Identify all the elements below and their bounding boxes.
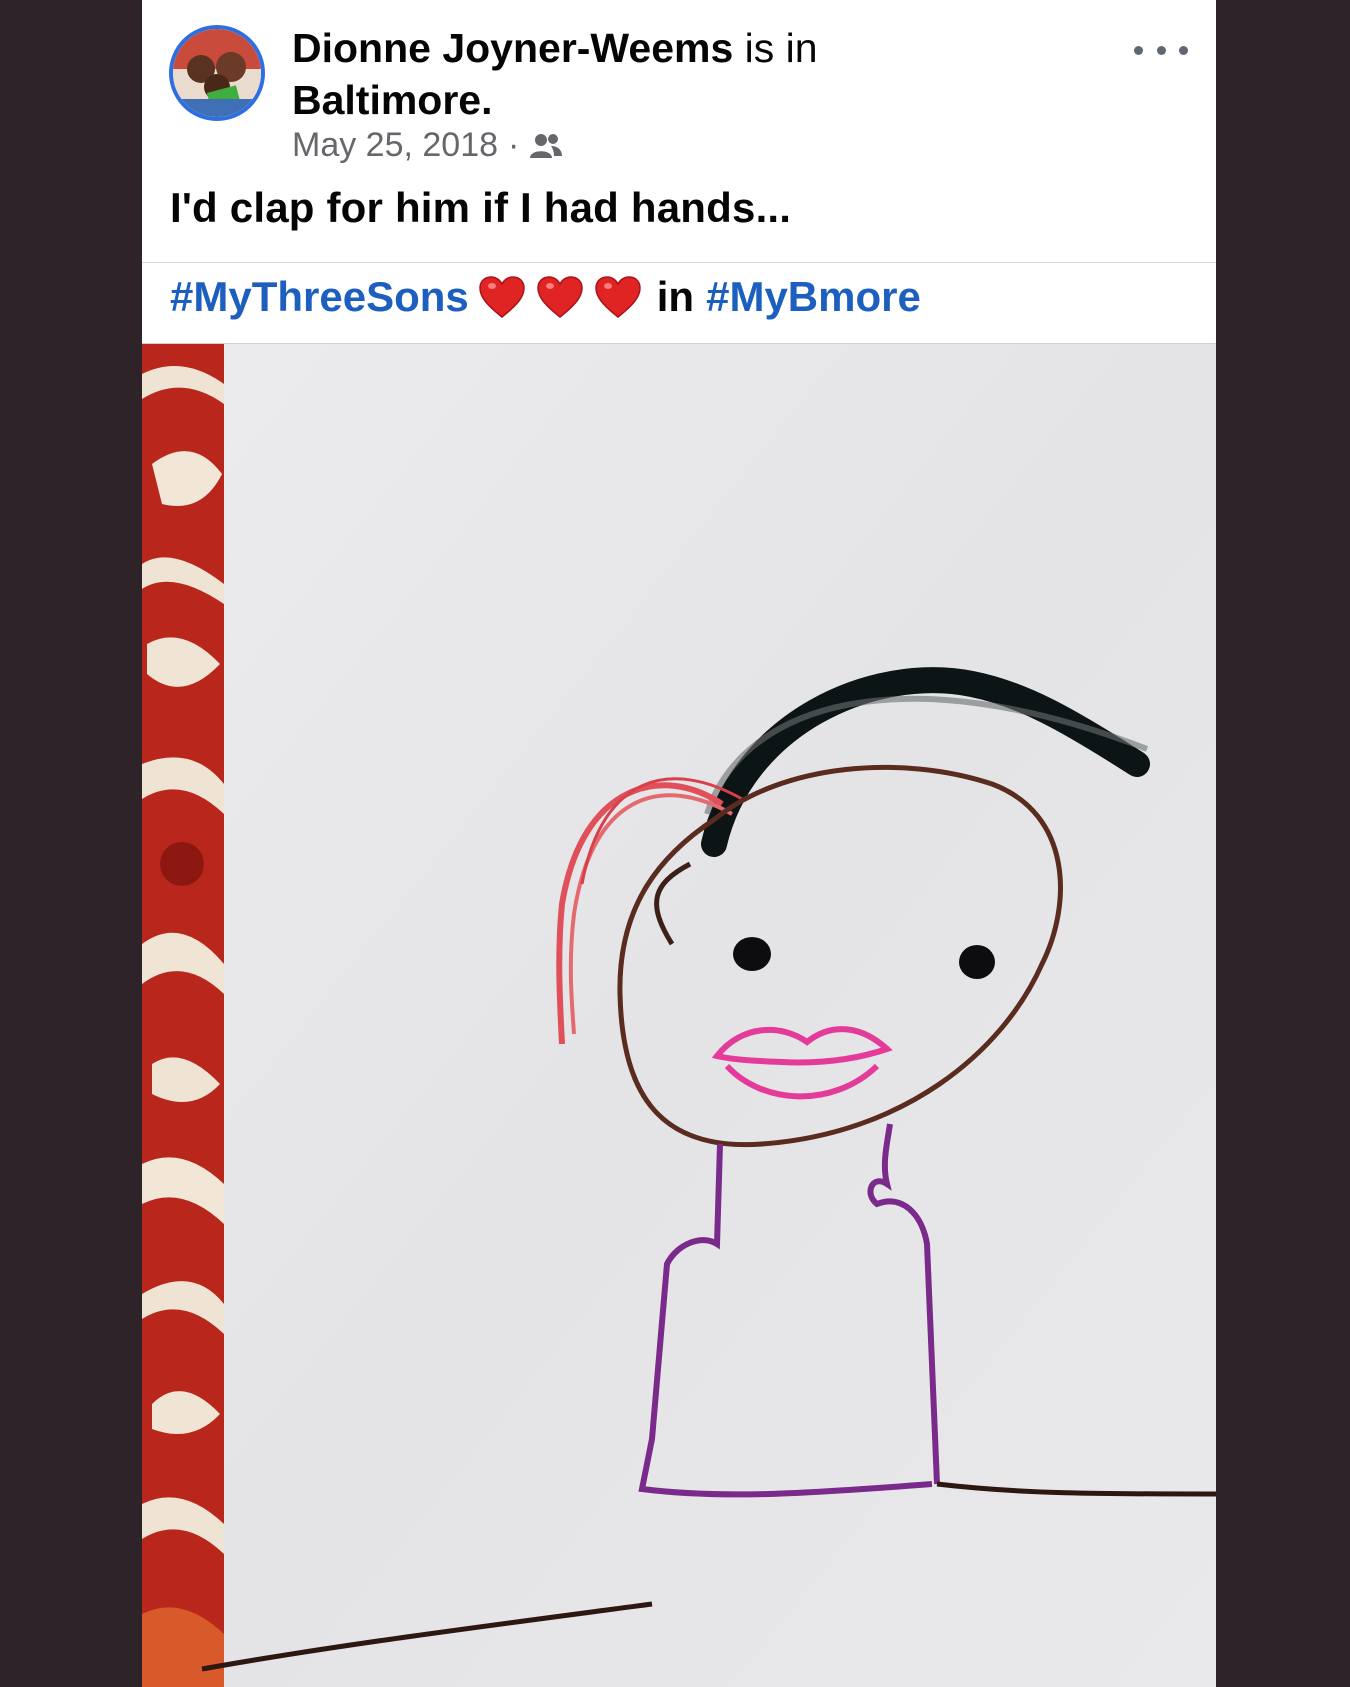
post-card: Dionne Joyner-Weems is in Baltimore. May… [142, 0, 1216, 1687]
red-heart-icon [537, 276, 583, 318]
post-photo[interactable] [142, 344, 1216, 1687]
drawing-image [142, 344, 1216, 1687]
post-text: I'd clap for him if I had hands... [170, 184, 792, 231]
more-dot [1134, 45, 1143, 55]
red-heart-icon [595, 276, 641, 318]
avatar-photo [173, 29, 261, 117]
author-name[interactable]: Dionne Joyner-Weems [292, 25, 733, 71]
post-meta: May 25, 2018 · [292, 126, 563, 165]
more-dot [1156, 45, 1166, 55]
in-word: in [656, 273, 695, 320]
post-header: Dionne Joyner-Weems is in Baltimore. May… [142, 0, 1216, 262]
author-avatar[interactable] [169, 25, 265, 121]
hashtag-my-three-sons[interactable]: #MyThreeSons [170, 273, 469, 321]
red-heart-icon [479, 276, 525, 318]
more-options-icon[interactable] [1134, 30, 1188, 70]
more-dot [1179, 45, 1188, 55]
location-prefix: is in [744, 25, 818, 71]
location-name[interactable]: Baltimore. [292, 77, 493, 123]
fabric-strip [142, 344, 224, 1687]
post-date[interactable]: May 25, 2018 [292, 126, 498, 165]
friends-audience-icon[interactable] [529, 131, 563, 161]
author-line: Dionne Joyner-Weems is in Baltimore. [292, 22, 992, 126]
meta-separator: · [508, 126, 520, 164]
hashtag-bar: #MyThreeSons in #MyBmore [142, 263, 1216, 344]
hashtag-my-bmore[interactable]: #MyBmore [706, 273, 921, 321]
